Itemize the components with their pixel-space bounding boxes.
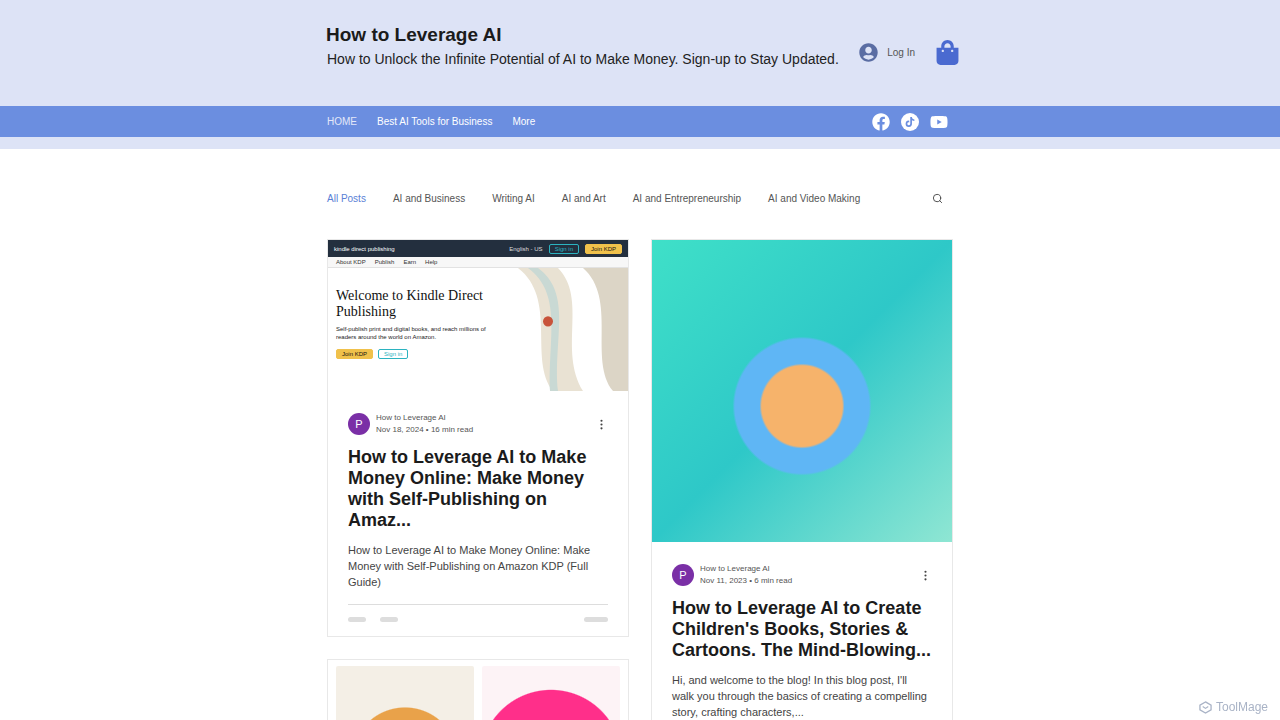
nav-item[interactable]: HOME — [327, 116, 357, 127]
site-header: How to Leverage AI How to Unlock the Infi… — [0, 0, 1280, 106]
author-name[interactable]: How to Leverage AI — [700, 564, 913, 574]
post-body: P How to Leverage AI Nov 18, 2024 • 16 min… — [328, 391, 628, 636]
post-card[interactable]: P How to Leverage AI Nov 11, 2023 • 6 min … — [651, 239, 953, 720]
category-bar: All Posts AI and Business Writing AI AI and… — [327, 190, 953, 206]
social-links — [872, 113, 960, 131]
nav-bar: HOME Best AI Tools for Business More — [0, 106, 1280, 137]
meta-text: How to Leverage AI Nov 11, 2023 • 6 min r… — [700, 564, 913, 586]
kdp-button: Join KDP — [585, 244, 622, 254]
post-title[interactable]: How to Leverage AI to Create Children's … — [672, 598, 932, 661]
kdp-screenshot: kindle direct publishing English - US Sign… — [328, 240, 628, 391]
post-stats — [348, 605, 608, 622]
nav-item[interactable]: More — [512, 116, 535, 127]
cover-image — [482, 666, 620, 720]
site-tagline: How to Unlock the Infinite Potential of … — [327, 50, 839, 68]
page: How to Leverage AI How to Unlock the Infi… — [0, 0, 1280, 720]
post-date: Nov 18, 2024 • 16 min read — [376, 425, 589, 435]
nav-item[interactable]: Best AI Tools for Business — [377, 116, 492, 127]
author-avatar[interactable]: P — [672, 564, 694, 586]
post-grid: kindle direct publishing English - US Sign… — [327, 239, 953, 720]
kdp-brand: kindle direct publishing — [334, 246, 503, 252]
post-excerpt: How to Leverage AI to Make Money Online:… — [348, 542, 608, 590]
post-meta: P How to Leverage AI Nov 11, 2023 • 6 min … — [672, 564, 932, 586]
tiktok-icon[interactable] — [901, 113, 919, 131]
kdp-button: Sign in — [378, 349, 408, 359]
post-meta: P How to Leverage AI Nov 18, 2024 • 16 min… — [348, 413, 608, 435]
cover-image — [336, 666, 474, 720]
post-card[interactable]: kindle direct publishing English - US Sign… — [327, 239, 629, 637]
login-button[interactable]: Log In — [859, 43, 915, 62]
category-link[interactable]: AI and Entrepreneurship — [633, 193, 741, 204]
site-title[interactable]: How to Leverage AI — [326, 24, 839, 46]
kdp-tab: About KDP — [336, 259, 366, 265]
kdp-tab: Help — [425, 259, 437, 265]
kdp-text: Welcome to Kindle Direct Publishing Self-… — [328, 268, 518, 391]
category-link[interactable]: AI and Art — [562, 193, 606, 204]
kdp-buttons: Join KDP Sign in — [336, 349, 518, 359]
search-icon[interactable] — [932, 193, 943, 204]
kdp-art-icon — [498, 268, 628, 391]
post-cover-images — [328, 660, 628, 720]
kdp-button: Sign in — [549, 244, 579, 254]
kdp-hero: Welcome to Kindle Direct Publishing Self-… — [328, 268, 628, 391]
kdp-tabs: About KDP Publish Earn Help — [328, 257, 628, 268]
kdp-heading: Welcome to Kindle Direct Publishing — [336, 288, 518, 320]
post-cover-image — [652, 240, 952, 542]
more-icon[interactable] — [919, 569, 932, 582]
category-link[interactable]: Writing AI — [492, 193, 535, 204]
post-date: Nov 11, 2023 • 6 min read — [700, 576, 913, 586]
kdp-tab: Earn — [403, 259, 416, 265]
watermark: ToolMage — [1199, 700, 1268, 714]
kdp-button: Join KDP — [336, 349, 373, 359]
post-card[interactable] — [327, 659, 629, 720]
category-link[interactable]: AI and Business — [393, 193, 465, 204]
author-name[interactable]: How to Leverage AI — [376, 413, 589, 423]
cart-button[interactable] — [935, 40, 960, 65]
youtube-icon[interactable] — [930, 113, 948, 131]
category-link[interactable]: All Posts — [327, 193, 366, 204]
brand: How to Leverage AI How to Unlock the Infi… — [326, 24, 839, 68]
user-icon — [859, 43, 878, 62]
more-icon[interactable] — [595, 418, 608, 431]
post-column: kindle direct publishing English - US Sign… — [327, 239, 629, 720]
kdp-body: Self-publish print and digital books, an… — [336, 325, 506, 341]
stat-placeholder — [348, 617, 366, 622]
header-strip — [0, 137, 1280, 149]
post-column: P How to Leverage AI Nov 11, 2023 • 6 min … — [651, 239, 953, 720]
stat-placeholder — [380, 617, 398, 622]
author-avatar[interactable]: P — [348, 413, 370, 435]
shopping-bag-icon — [935, 40, 960, 65]
post-excerpt: Hi, and welcome to the blog! In this blo… — [672, 672, 932, 720]
kdp-language: English - US — [509, 246, 542, 252]
meta-text: How to Leverage AI Nov 18, 2024 • 16 min … — [376, 413, 589, 435]
category-link[interactable]: AI and Video Making — [768, 193, 860, 204]
post-body: P How to Leverage AI Nov 11, 2023 • 6 min … — [652, 542, 952, 720]
post-divider — [348, 604, 608, 605]
facebook-icon[interactable] — [872, 113, 890, 131]
kdp-tab: Publish — [375, 259, 395, 265]
post-title[interactable]: How to Leverage AI to Make Money Online:… — [348, 447, 608, 531]
stat-placeholder — [584, 617, 608, 622]
kdp-topbar: kindle direct publishing English - US Sign… — [328, 240, 628, 257]
watermark-logo-icon — [1199, 701, 1212, 714]
